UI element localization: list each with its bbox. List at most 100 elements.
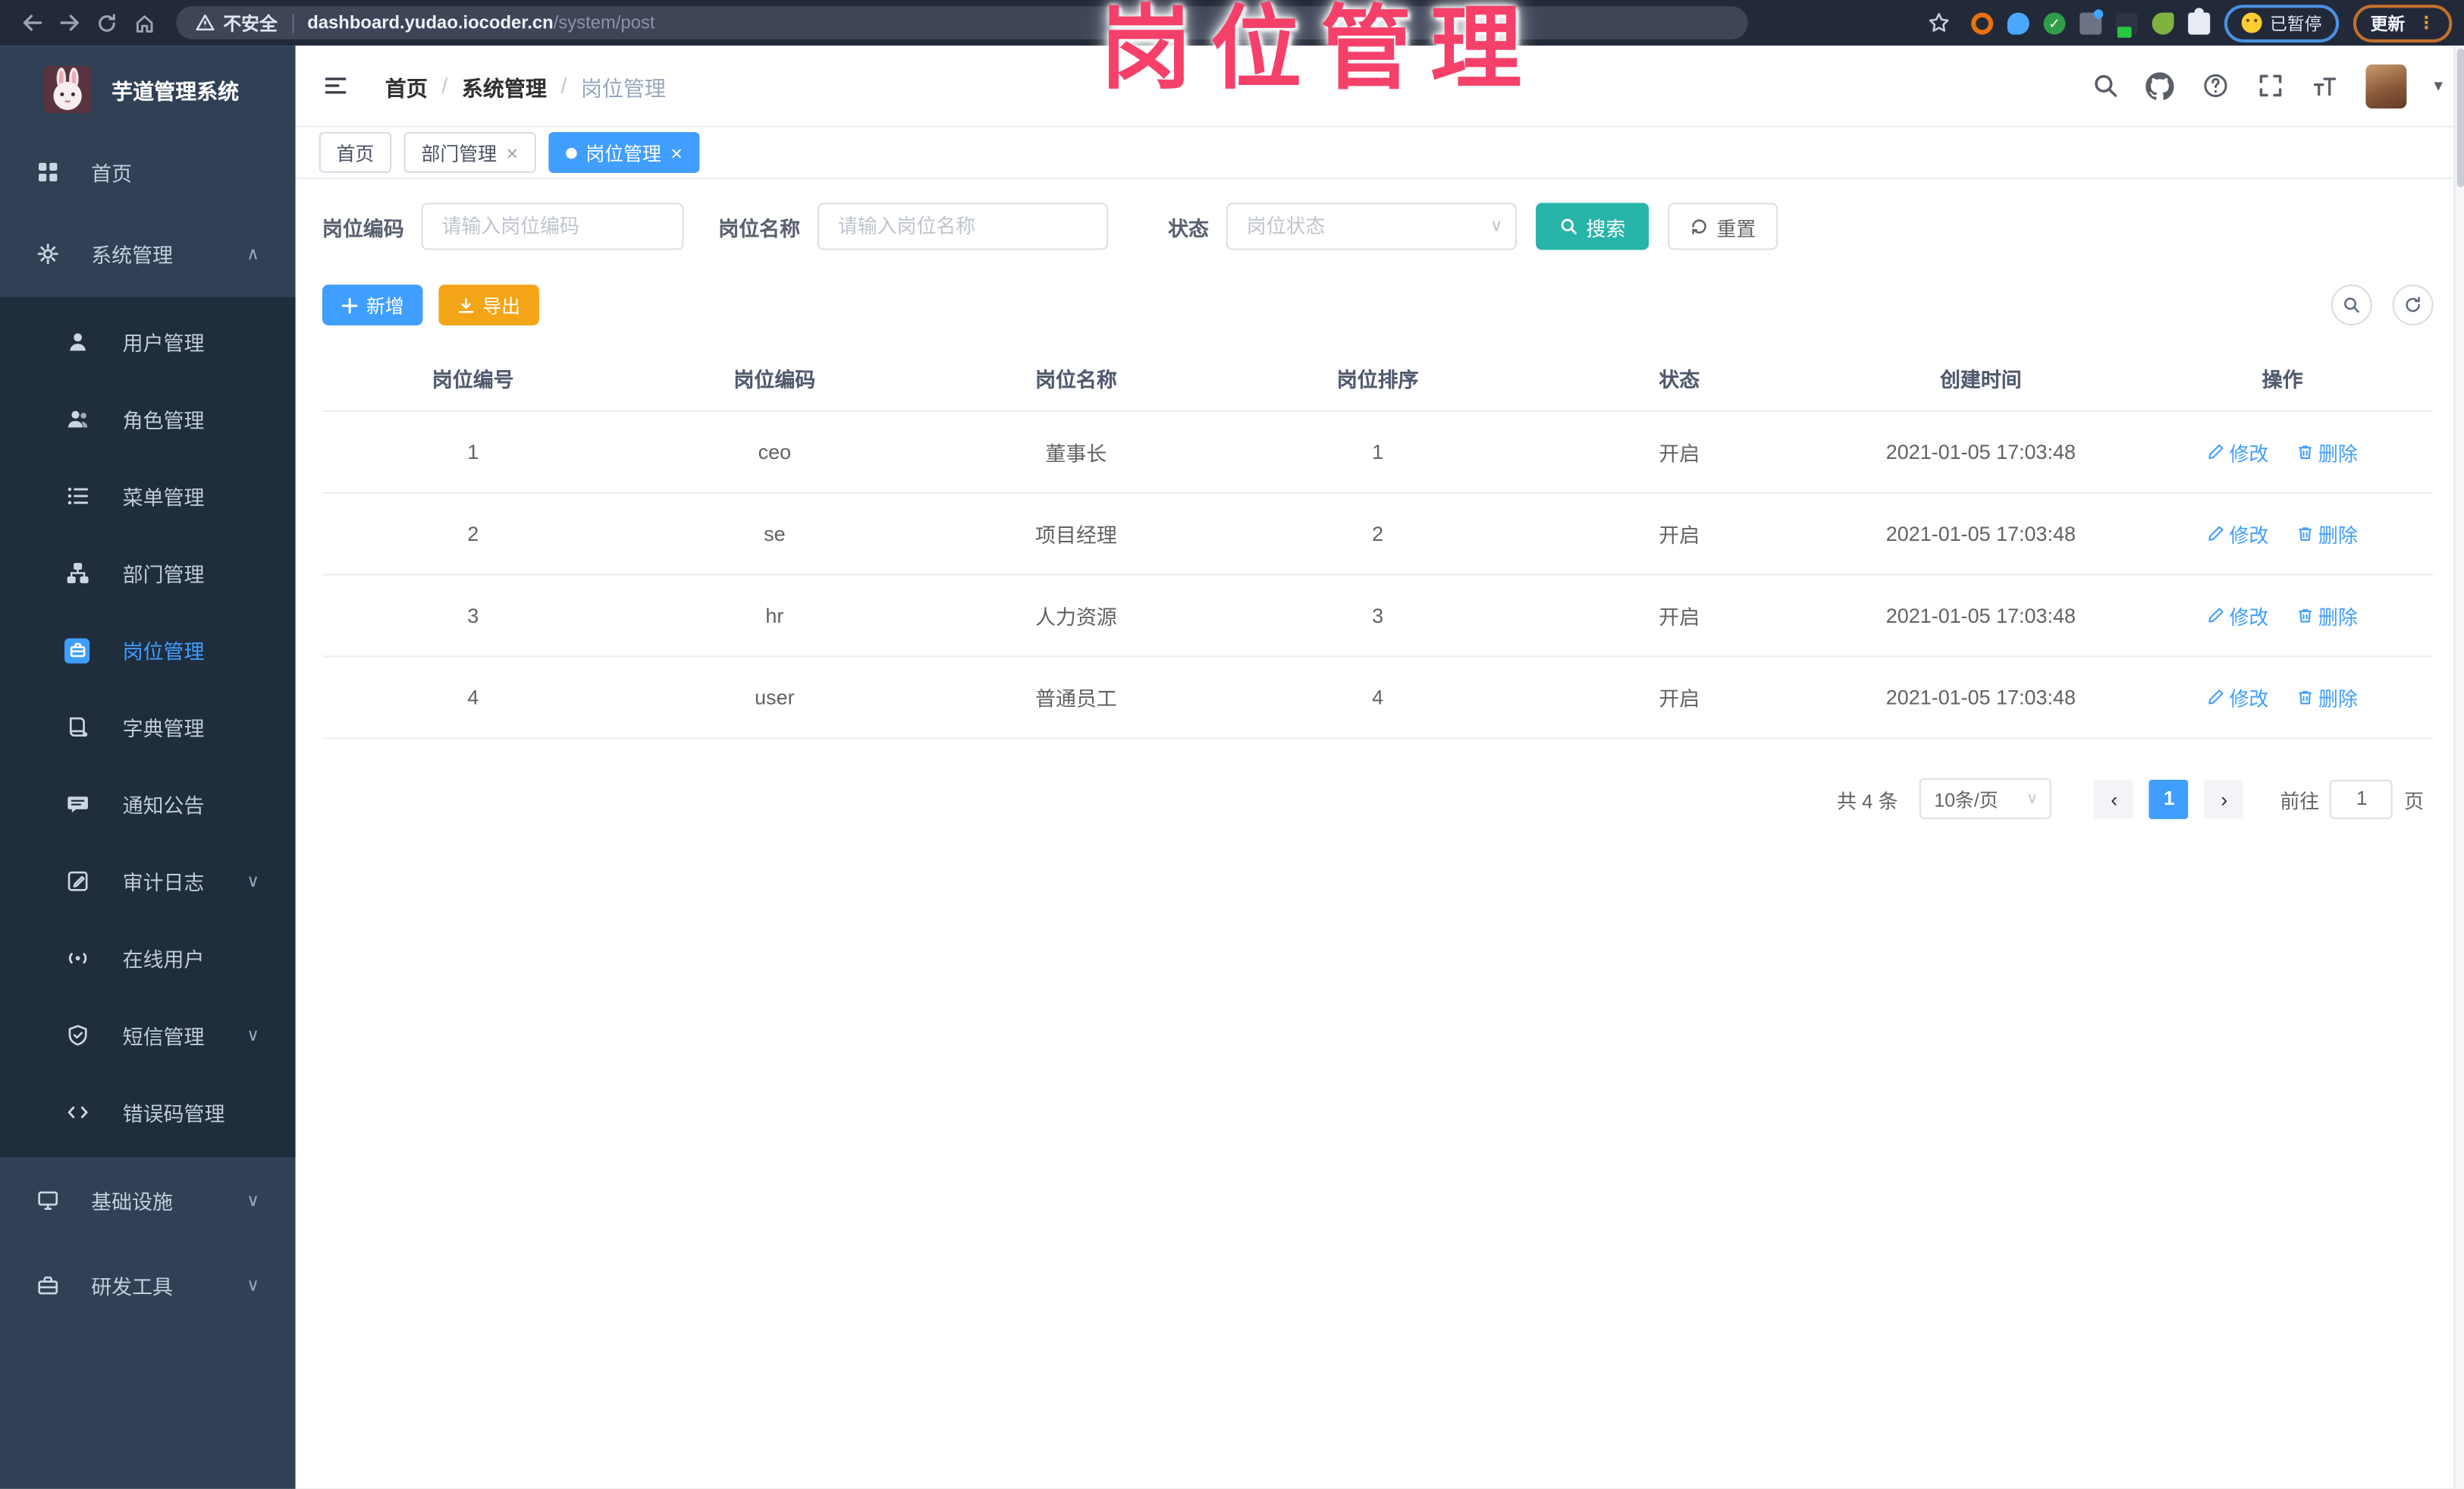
edit-link[interactable]: 修改	[2207, 683, 2268, 712]
sidebar-item-departments[interactable]: 部门管理	[0, 535, 296, 612]
bookmark-star-icon[interactable]	[1919, 5, 1957, 40]
fullscreen-icon[interactable]	[2256, 71, 2284, 99]
chevron-down-icon: ∨	[246, 1191, 259, 1210]
sidebar-item-infrastructure[interactable]: 基础设施 ∨	[0, 1158, 296, 1242]
download-icon	[458, 297, 474, 313]
sidebar-item-home[interactable]: 首页	[0, 134, 296, 209]
export-button[interactable]: 导出	[438, 284, 540, 326]
extension-orange-icon[interactable]	[1971, 11, 1994, 34]
add-button[interactable]: 新增	[322, 284, 423, 326]
search-icon[interactable]	[2092, 71, 2120, 99]
sidebar-item-audit-log[interactable]: 审计日志 ∨	[0, 843, 296, 920]
forward-icon[interactable]	[50, 5, 88, 40]
post-briefcase-icon	[64, 637, 90, 663]
sidebar-item-sms[interactable]: 短信管理 ∨	[0, 997, 296, 1074]
app-title: 芋道管理系统	[111, 80, 240, 104]
help-icon[interactable]	[2202, 71, 2230, 99]
sidebar-item-roles[interactable]: 角色管理	[0, 381, 296, 458]
extension-sprout-icon[interactable]	[2152, 11, 2174, 34]
breadcrumb: 首页 / 系统管理 / 岗位管理	[385, 70, 666, 101]
extension-grid-icon[interactable]	[2079, 8, 2104, 34]
close-icon[interactable]: ×	[506, 143, 518, 163]
extension-check-icon[interactable]: ✓	[2043, 11, 2066, 34]
sidebar-item-users[interactable]: 用户管理	[0, 303, 296, 381]
trash-icon	[2299, 690, 2312, 705]
sidebar-item-menus[interactable]: 菜单管理	[0, 457, 296, 535]
tab-posts[interactable]: 岗位管理 ×	[548, 132, 700, 173]
home-icon[interactable]	[126, 5, 164, 40]
user-avatar[interactable]	[2366, 63, 2408, 108]
goto-page-input[interactable]	[2330, 779, 2393, 818]
tab-home[interactable]: 首页	[319, 132, 392, 173]
reload-icon[interactable]	[88, 5, 126, 40]
col-post-id: 岗位编号	[322, 349, 624, 413]
back-icon[interactable]	[13, 5, 51, 40]
error-code-icon	[64, 1100, 89, 1125]
sidebar-item-dev-tools[interactable]: 研发工具 ∨	[0, 1242, 296, 1327]
edit-link[interactable]: 修改	[2207, 437, 2268, 466]
page-size-select[interactable]: 10条/页 ∨	[1919, 777, 2052, 819]
scrollbar-thumb[interactable]	[2456, 49, 2464, 187]
sidebar-fold-icon[interactable]	[322, 74, 350, 97]
extension-crx-icon[interactable]	[2115, 11, 2138, 37]
page-unit-label: 页	[2404, 790, 2425, 812]
sidebar-item-dictionary[interactable]: 字典管理	[0, 689, 296, 766]
chevron-down-icon: ∨	[246, 1026, 259, 1046]
browser-menu-icon[interactable]: ⋮	[2418, 13, 2435, 33]
delete-link[interactable]: 删除	[2296, 683, 2358, 712]
refresh-button[interactable]	[2392, 284, 2434, 326]
edit-link[interactable]: 修改	[2207, 519, 2268, 548]
prev-page-button[interactable]: ‹	[2094, 779, 2134, 818]
post-code-input[interactable]	[421, 203, 684, 250]
github-icon[interactable]	[2146, 71, 2175, 99]
url-divider	[291, 13, 293, 33]
goto-label: 前往	[2280, 790, 2320, 812]
post-code-label: 岗位编码	[322, 215, 404, 240]
status-text: 开启	[1528, 574, 1831, 658]
search-button[interactable]: 搜索	[1536, 203, 1649, 250]
security-label: 不安全	[223, 14, 278, 34]
sidebar-item-posts[interactable]: 岗位管理	[0, 611, 296, 689]
col-post-code: 岗位编码	[623, 349, 926, 413]
paused-badge[interactable]: 已暂停	[2224, 4, 2340, 42]
extension-drop-icon[interactable]	[2007, 11, 2029, 34]
extensions-puzzle-icon[interactable]	[2188, 7, 2211, 34]
breadcrumb-home[interactable]: 首页	[385, 70, 428, 101]
tab-departments[interactable]: 部门管理 ×	[403, 132, 536, 173]
caret-down-icon[interactable]: ▾	[2434, 75, 2443, 96]
current-page[interactable]: 1	[2149, 779, 2189, 818]
sidebar-item-system[interactable]: 系统管理 ∧	[0, 209, 296, 297]
table-row: 3 hr 人力资源 3 开启 2021-01-05 17:03:48 修改 删除	[322, 574, 2434, 658]
breadcrumb-section[interactable]: 系统管理	[462, 70, 547, 101]
close-icon[interactable]: ×	[670, 143, 683, 163]
edit-link[interactable]: 修改	[2207, 601, 2268, 630]
logo[interactable]: 芋道管理系统	[0, 46, 296, 134]
font-size-icon[interactable]	[2312, 71, 2340, 99]
dev-tools-icon	[35, 1272, 60, 1297]
sidebar-item-error-codes[interactable]: 错误码管理	[0, 1074, 296, 1151]
delete-link[interactable]: 删除	[2296, 519, 2358, 548]
tabs-bar: 首页 部门管理 × 岗位管理 ×	[295, 127, 2464, 180]
reset-button[interactable]: 重置	[1668, 203, 1778, 250]
sidebar-item-online-users[interactable]: 在线用户	[0, 920, 296, 997]
table-row: 2 se 项目经理 2 开启 2021-01-05 17:03:48 修改 删除	[322, 492, 2434, 576]
sidebar-item-announcements[interactable]: 通知公告	[0, 765, 296, 843]
scrollbar[interactable]	[2453, 46, 2464, 1489]
delete-link[interactable]: 删除	[2296, 437, 2358, 466]
chevron-up-icon: ∧	[246, 244, 259, 264]
col-created: 创建时间	[1830, 349, 2132, 413]
emoji-icon	[2241, 12, 2262, 33]
sidebar-submenu-system: 用户管理 角色管理 菜单管理 部门管理 岗位管理 字典管理 通知公告 审计日志 …	[0, 297, 296, 1158]
delete-link[interactable]: 删除	[2296, 601, 2358, 630]
url-bar[interactable]: 不安全 dashboard.yudao.iocoder.cn/system/po…	[176, 6, 1748, 39]
post-name-input[interactable]	[817, 203, 1109, 250]
next-page-button[interactable]: ›	[2204, 779, 2244, 818]
trash-icon	[2299, 609, 2312, 623]
logo-avatar	[44, 66, 92, 114]
trash-icon	[2299, 527, 2312, 541]
status-select[interactable]: ∨	[1226, 203, 1518, 250]
search-toggle-button[interactable]	[2331, 284, 2372, 326]
update-button[interactable]: 更新 ⋮	[2353, 4, 2453, 42]
page-content: 岗位编码 岗位名称 状态 ∨ 搜索 重置	[296, 179, 2464, 1489]
plus-icon	[341, 297, 358, 313]
